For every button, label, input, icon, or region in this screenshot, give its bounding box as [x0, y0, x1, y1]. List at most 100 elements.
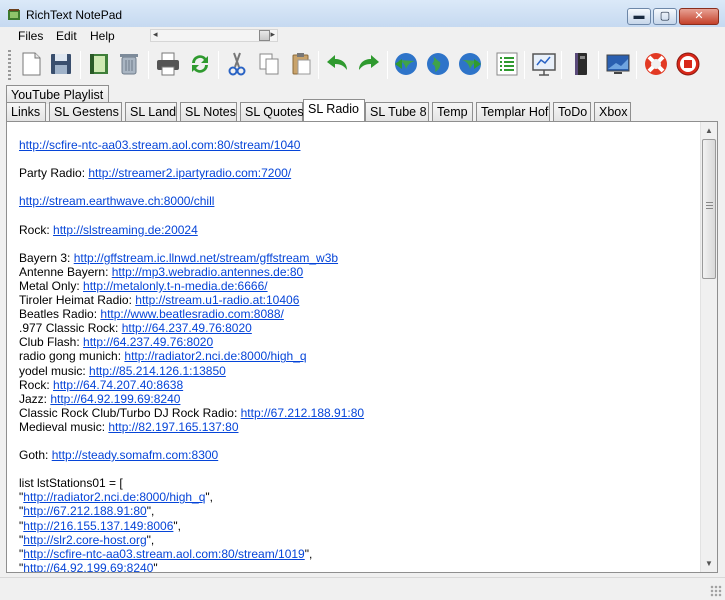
- menu-edit[interactable]: Edit: [56, 29, 77, 43]
- globe-button[interactable]: [423, 49, 453, 79]
- stream-link[interactable]: http://67.212.188.91:80: [241, 406, 364, 420]
- stream-link[interactable]: http://64.74.207.40:8638: [53, 378, 183, 392]
- window-title: RichText NotePad: [26, 8, 123, 22]
- menu-files[interactable]: Files: [18, 29, 43, 43]
- stream-link[interactable]: http://scfire-ntc-aa03.stream.aol.com:80…: [19, 138, 300, 152]
- tab-links[interactable]: Links: [6, 102, 46, 121]
- text-line: Club Flash: http://64.237.49.76:8020: [19, 335, 699, 349]
- undo-icon: [327, 55, 347, 70]
- stream-link[interactable]: http://64.92.199.69:8240: [23, 561, 153, 572]
- menu-scroll-thumb[interactable]: [259, 30, 270, 41]
- rich-text-editor[interactable]: http://scfire-ntc-aa03.stream.aol.com:80…: [6, 121, 718, 573]
- new-document-button[interactable]: [16, 49, 46, 79]
- stream-link[interactable]: http://85.214.126.1:13850: [89, 364, 226, 378]
- scroll-left-icon[interactable]: ◂: [153, 29, 158, 40]
- toolbar-separator: [318, 51, 319, 79]
- minimize-button[interactable]: ▬: [627, 8, 651, 25]
- text-line: [19, 462, 699, 476]
- tab-sl-notes[interactable]: SL Notes: [180, 102, 237, 121]
- stream-link[interactable]: http://stream.u1-radio.at:10406: [135, 293, 299, 307]
- print-button[interactable]: [153, 49, 183, 79]
- resize-grip-icon[interactable]: [710, 585, 722, 597]
- help-lifebuoy-button[interactable]: [641, 49, 671, 79]
- tab-xbox[interactable]: Xbox: [594, 102, 631, 121]
- stream-link[interactable]: http://steady.somafm.com:8300: [52, 448, 219, 462]
- open-book-button[interactable]: [84, 49, 114, 79]
- save-button[interactable]: [46, 49, 76, 79]
- stream-link[interactable]: http://64.237.49.76:8020: [122, 321, 252, 335]
- stream-link[interactable]: http://slstreaming.de:20024: [53, 223, 198, 237]
- scroll-thumb[interactable]: [702, 139, 716, 279]
- menu-scrollbar[interactable]: ◂ ▸: [150, 29, 278, 42]
- stream-link[interactable]: http://scfire-ntc-aa03.stream.aol.com:80…: [23, 547, 304, 561]
- globe-forward-icon: [459, 53, 481, 75]
- undo-button[interactable]: [322, 49, 352, 79]
- stream-link[interactable]: http://streamer2.ipartyradio.com:7200/: [88, 166, 291, 180]
- presentation-button[interactable]: [529, 49, 559, 79]
- maximize-button[interactable]: ▢: [653, 8, 677, 25]
- scroll-up-icon[interactable]: ▲: [701, 122, 717, 139]
- stream-link[interactable]: http://64.92.199.69:8240: [50, 392, 180, 406]
- redo-button[interactable]: [354, 49, 384, 79]
- paste-button[interactable]: [286, 49, 316, 79]
- globe-back-button[interactable]: [391, 49, 421, 79]
- stream-link[interactable]: http://radiator2.nci.de:8000/high_q: [124, 349, 306, 363]
- text-line: "http://64.92.199.69:8240": [19, 561, 699, 572]
- stop-button[interactable]: [673, 49, 703, 79]
- list-button[interactable]: [492, 49, 522, 79]
- text-line: [19, 208, 699, 222]
- tab-sl-quotes[interactable]: SL Quotes: [240, 102, 304, 121]
- globe-icon: [427, 53, 449, 75]
- menu-help[interactable]: Help: [90, 29, 115, 43]
- line-text: Rock:: [19, 222, 54, 237]
- trash-icon: [120, 54, 138, 75]
- refresh-icon: [192, 55, 208, 73]
- text-line: Medieval music: http://82.197.165.137:80: [19, 420, 699, 434]
- text-line: "http://slr2.core-host.org",: [19, 533, 699, 547]
- stream-link[interactable]: http://216.155.137.149:8006: [23, 519, 173, 533]
- redo-icon: [359, 55, 379, 70]
- toolbar-grip[interactable]: [8, 50, 11, 80]
- text-line: Party Radio: http://streamer2.ipartyradi…: [19, 166, 699, 180]
- monitor-button[interactable]: [603, 49, 633, 79]
- tab-sl-radio[interactable]: SL Radio: [303, 99, 365, 121]
- stream-link[interactable]: http://82.197.165.137:80: [108, 420, 238, 434]
- close-icon: ✕: [694, 10, 704, 22]
- tab-todo[interactable]: ToDo: [553, 102, 591, 121]
- text-line: yodel music: http://85.214.126.1:13850: [19, 364, 699, 378]
- globe-back-icon: [395, 53, 417, 75]
- stream-link[interactable]: http://67.212.188.91:80: [23, 504, 146, 518]
- tab-temp[interactable]: Temp: [432, 102, 473, 121]
- refresh-button[interactable]: [185, 49, 215, 79]
- stream-link[interactable]: http://metalonly.t-n-media.de:6666/: [83, 279, 268, 293]
- tab-sl-land[interactable]: SL Land: [125, 102, 177, 121]
- line-text: Classic Rock Club/Turbo DJ Rock Radio:: [19, 405, 241, 420]
- scroll-down-icon[interactable]: ▼: [701, 555, 717, 572]
- vertical-scrollbar[interactable]: ▲ ▼: [700, 122, 717, 572]
- close-button[interactable]: ✕: [679, 8, 719, 25]
- text-line: "http://radiator2.nci.de:8000/high_q",: [19, 490, 699, 504]
- copy-button[interactable]: [254, 49, 284, 79]
- stream-link[interactable]: http://gffstream.ic.llnwd.net/stream/gff…: [74, 251, 338, 265]
- stream-link[interactable]: http://stream.earthwave.ch:8000/chill: [19, 194, 214, 208]
- book-button[interactable]: [566, 49, 596, 79]
- line-text: .977 Classic Rock:: [19, 321, 122, 336]
- cut-button[interactable]: [222, 49, 252, 79]
- tab-sl-gestens[interactable]: SL Gestens: [49, 102, 122, 121]
- editor-content[interactable]: http://scfire-ntc-aa03.stream.aol.com:80…: [19, 138, 699, 572]
- text-line: Antenne Bayern: http://mp3.webradio.ante…: [19, 265, 699, 279]
- text-line: http://scfire-ntc-aa03.stream.aol.com:80…: [19, 138, 699, 152]
- stream-link[interactable]: http://mp3.webradio.antennes.de:80: [112, 265, 303, 279]
- line-suffix: ",: [146, 504, 155, 519]
- scroll-right-icon[interactable]: ▸: [270, 29, 275, 40]
- copy-icon: [259, 53, 279, 75]
- trash-button[interactable]: [114, 49, 144, 79]
- title-bar: RichText NotePad ▬ ▢ ✕: [0, 0, 725, 30]
- stream-link[interactable]: http://www.beatlesradio.com:8088/: [100, 307, 283, 321]
- tab-sl-tube-8[interactable]: SL Tube 8: [365, 102, 429, 121]
- stream-link[interactable]: http://radiator2.nci.de:8000/high_q: [23, 490, 205, 504]
- tab-templar-hof[interactable]: Templar Hof: [476, 102, 550, 121]
- stream-link[interactable]: http://slr2.core-host.org: [23, 533, 146, 547]
- globe-forward-button[interactable]: [455, 49, 485, 79]
- stream-link[interactable]: http://64.237.49.76:8020: [83, 335, 213, 349]
